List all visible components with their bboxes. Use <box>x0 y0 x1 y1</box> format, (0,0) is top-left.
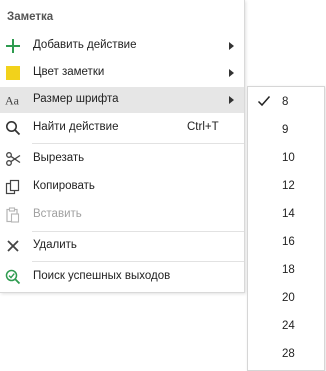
font-size-option-14[interactable]: 14 <box>248 199 324 227</box>
svg-text:Aa: Aa <box>5 94 20 108</box>
menu-item-label: Поиск успешных выходов <box>33 270 171 282</box>
menu-item-label: Цвет заметки <box>33 66 105 78</box>
menu-item-cut[interactable]: Вырезать <box>0 146 244 172</box>
menu-item-delete[interactable]: Удалить <box>0 233 244 259</box>
submenu-arrow-icon <box>229 69 234 77</box>
shortcut-label: Ctrl+T <box>187 121 219 133</box>
menu-item-find-successful-exits[interactable]: Поиск успешных выходов <box>0 264 244 290</box>
menu-item-copy[interactable]: Копировать <box>0 174 244 200</box>
menu-title: Заметка <box>7 11 54 23</box>
context-menu: Заметка Добавить действие Цвет заметки A… <box>0 0 245 293</box>
font-size-option-16[interactable]: 16 <box>248 227 324 255</box>
font-size-value: 16 <box>282 236 295 248</box>
font-size-value: 18 <box>282 264 295 276</box>
menu-item-label: Копировать <box>33 180 95 192</box>
font-size-submenu: 8 9 10 12 14 16 18 20 24 28 <box>247 86 325 371</box>
font-size-option-18[interactable]: 18 <box>248 255 324 283</box>
menu-item-label: Размер шрифта <box>33 93 119 105</box>
font-size-value: 14 <box>282 208 295 220</box>
color-square-icon <box>6 66 20 80</box>
menu-item-font-size[interactable]: Aa Размер шрифта <box>0 87 244 113</box>
menu-separator <box>32 261 244 262</box>
font-size-value: 9 <box>282 124 289 136</box>
menu-item-add-action[interactable]: Добавить действие <box>0 33 244 59</box>
font-size-option-8[interactable]: 8 <box>248 87 324 115</box>
font-size-value: 8 <box>282 96 289 108</box>
menu-item-note-color[interactable]: Цвет заметки <box>0 60 244 86</box>
font-size-value: 10 <box>282 152 295 164</box>
menu-item-find-action[interactable]: Найти действие Ctrl+T <box>0 115 244 141</box>
menu-item-label: Добавить действие <box>33 39 137 51</box>
menu-separator <box>32 143 244 144</box>
font-size-option-24[interactable]: 24 <box>248 311 324 339</box>
search-icon <box>6 121 21 136</box>
menu-separator <box>32 231 244 232</box>
font-size-value: 12 <box>282 180 295 192</box>
font-size-icon: Aa <box>5 94 20 108</box>
menu-item-label: Найти действие <box>33 121 119 133</box>
font-size-option-10[interactable]: 10 <box>248 143 324 171</box>
menu-item-label: Вырезать <box>33 152 85 164</box>
font-size-value: 28 <box>282 348 295 360</box>
scissors-icon <box>6 152 21 166</box>
font-size-value: 24 <box>282 320 295 332</box>
check-search-icon <box>5 269 21 285</box>
copy-icon <box>5 179 20 195</box>
close-icon <box>7 240 19 252</box>
submenu-arrow-icon <box>229 42 234 50</box>
paste-icon <box>6 207 20 223</box>
font-size-value: 20 <box>282 292 295 304</box>
menu-item-paste[interactable]: Вставить <box>0 202 244 228</box>
font-size-option-28[interactable]: 28 <box>248 339 324 367</box>
menu-item-label: Удалить <box>33 239 77 251</box>
submenu-arrow-icon <box>229 96 234 104</box>
checkmark-icon <box>257 96 271 107</box>
plus-icon <box>6 39 20 53</box>
font-size-option-20[interactable]: 20 <box>248 283 324 311</box>
font-size-option-12[interactable]: 12 <box>248 171 324 199</box>
menu-item-label: Вставить <box>33 208 82 220</box>
font-size-option-9[interactable]: 9 <box>248 115 324 143</box>
